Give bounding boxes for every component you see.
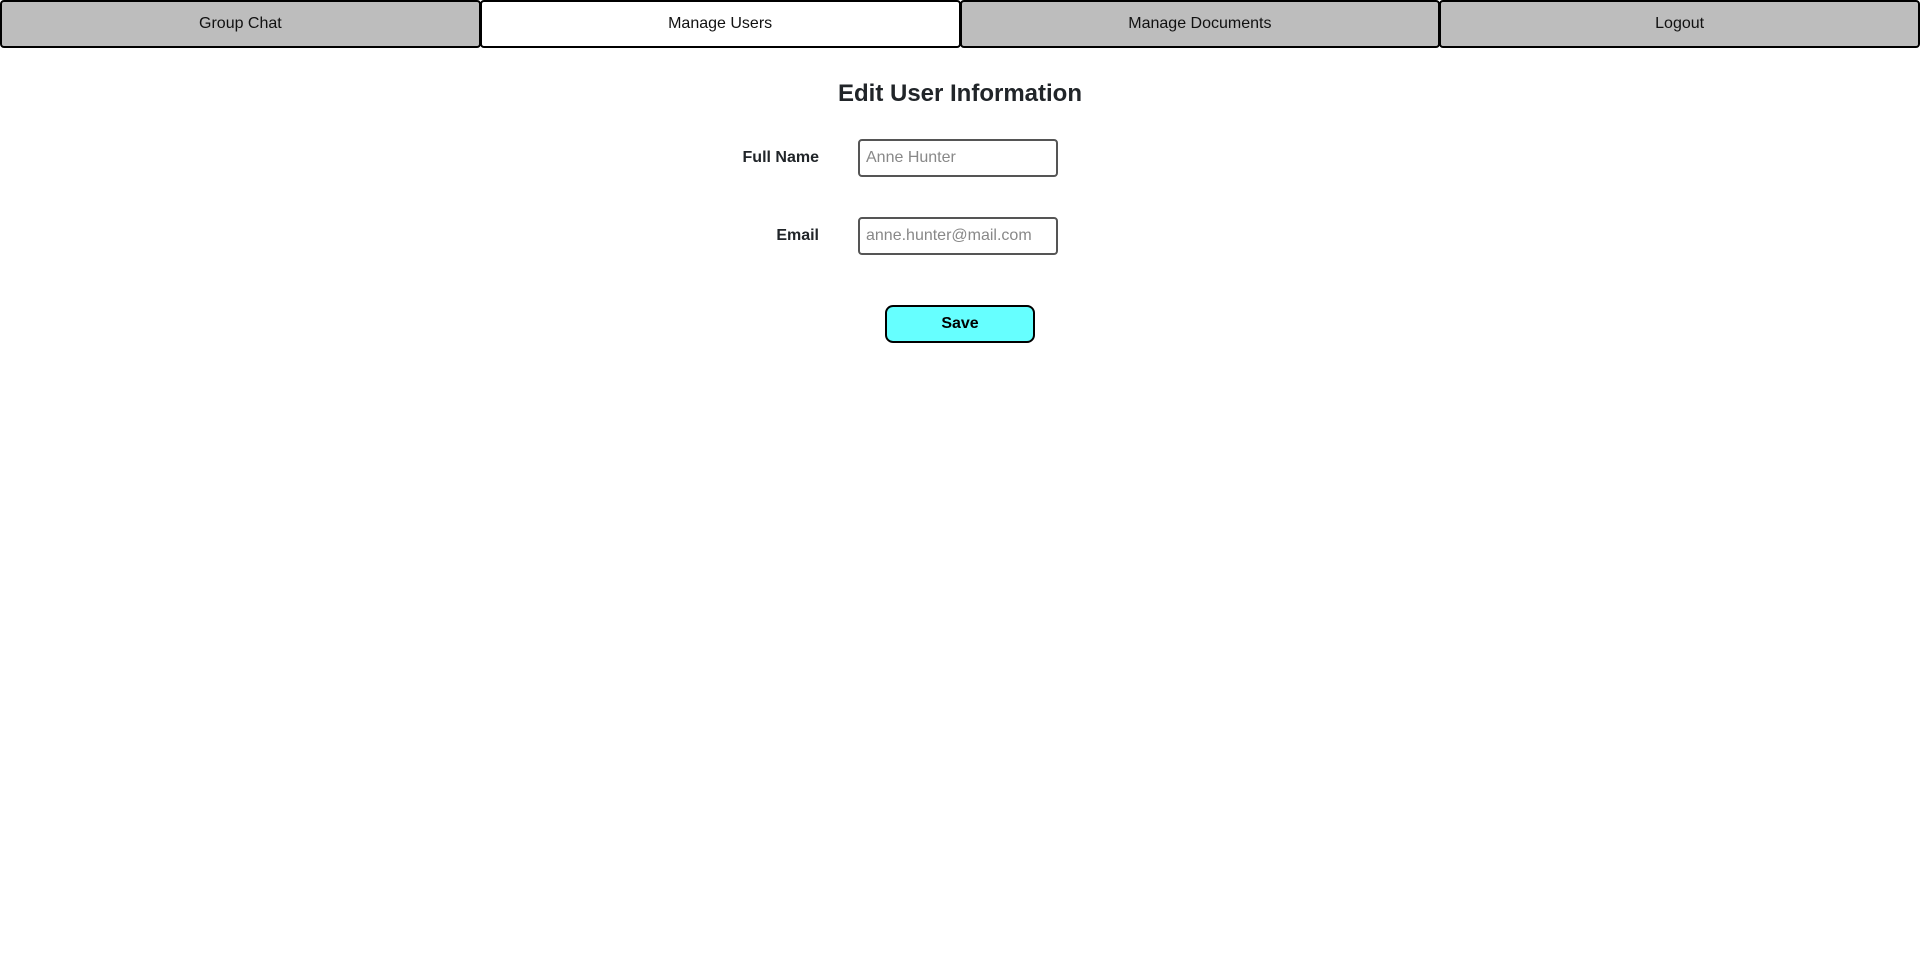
save-button[interactable]: Save bbox=[885, 305, 1035, 343]
full-name-label: Full Name bbox=[742, 149, 819, 166]
email-input[interactable] bbox=[858, 217, 1058, 255]
email-label: Email bbox=[776, 227, 819, 244]
tab-manage-documents[interactable]: Manage Documents bbox=[959, 0, 1441, 48]
tab-manage-users[interactable]: Manage Users bbox=[479, 0, 961, 48]
top-navigation: Group Chat Manage Users Manage Documents… bbox=[0, 0, 1920, 48]
tab-logout[interactable]: Logout bbox=[1439, 0, 1920, 48]
full-name-input[interactable] bbox=[858, 139, 1058, 177]
email-row: Email bbox=[0, 217, 1920, 255]
page-title: Edit User Information bbox=[837, 80, 1083, 107]
tab-group-chat[interactable]: Group Chat bbox=[0, 0, 481, 48]
full-name-row: Full Name bbox=[0, 139, 1920, 177]
